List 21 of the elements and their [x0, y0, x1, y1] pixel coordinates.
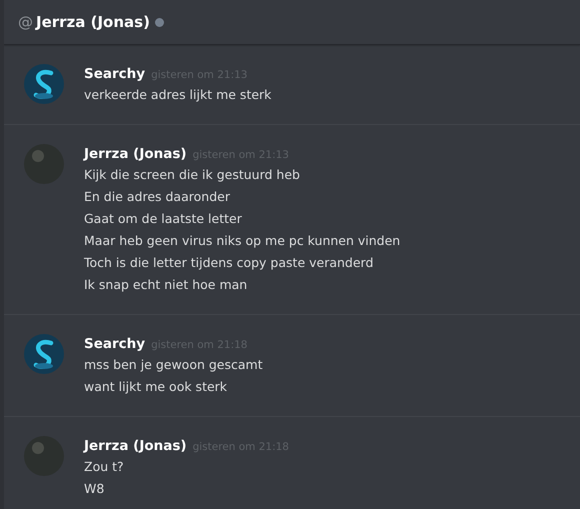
- avatar-photo-placeholder: [24, 144, 64, 184]
- message-text: verkeerde adres lijkt me sterk: [84, 86, 272, 104]
- message-text: Toch is die letter tijdens copy paste veranderd: [84, 254, 374, 272]
- author-name: Searchy: [84, 335, 146, 354]
- at-sign: @: [18, 12, 33, 33]
- author-name: Jerrza (Jonas): [84, 437, 187, 456]
- message-text: Kijk die screen die ik gestuurd heb: [84, 166, 301, 184]
- message-text: Maar heb geen virus niks op me pc kunnen vinden: [84, 232, 400, 250]
- logo-avatar: [24, 334, 64, 374]
- message-text: Gaat om de laatste letter: [84, 210, 243, 228]
- message-text: Ik snap echt niet hoe man: [84, 276, 248, 294]
- logo-avatar: [24, 64, 64, 104]
- message-text: W8: [84, 480, 106, 498]
- author-name: Jerrza (Jonas): [84, 145, 187, 164]
- message-text: want lijkt me ook sterk: [84, 378, 228, 396]
- message-text: En die adres daaronder: [84, 188, 231, 206]
- channel-title: Jerrza (Jonas): [36, 12, 150, 33]
- avatar-photo-placeholder: [24, 436, 64, 476]
- message-text: mss ben je gewoon gescamt: [84, 356, 263, 374]
- message-text: Zou t?: [84, 458, 125, 476]
- author-name: Searchy: [84, 65, 146, 84]
